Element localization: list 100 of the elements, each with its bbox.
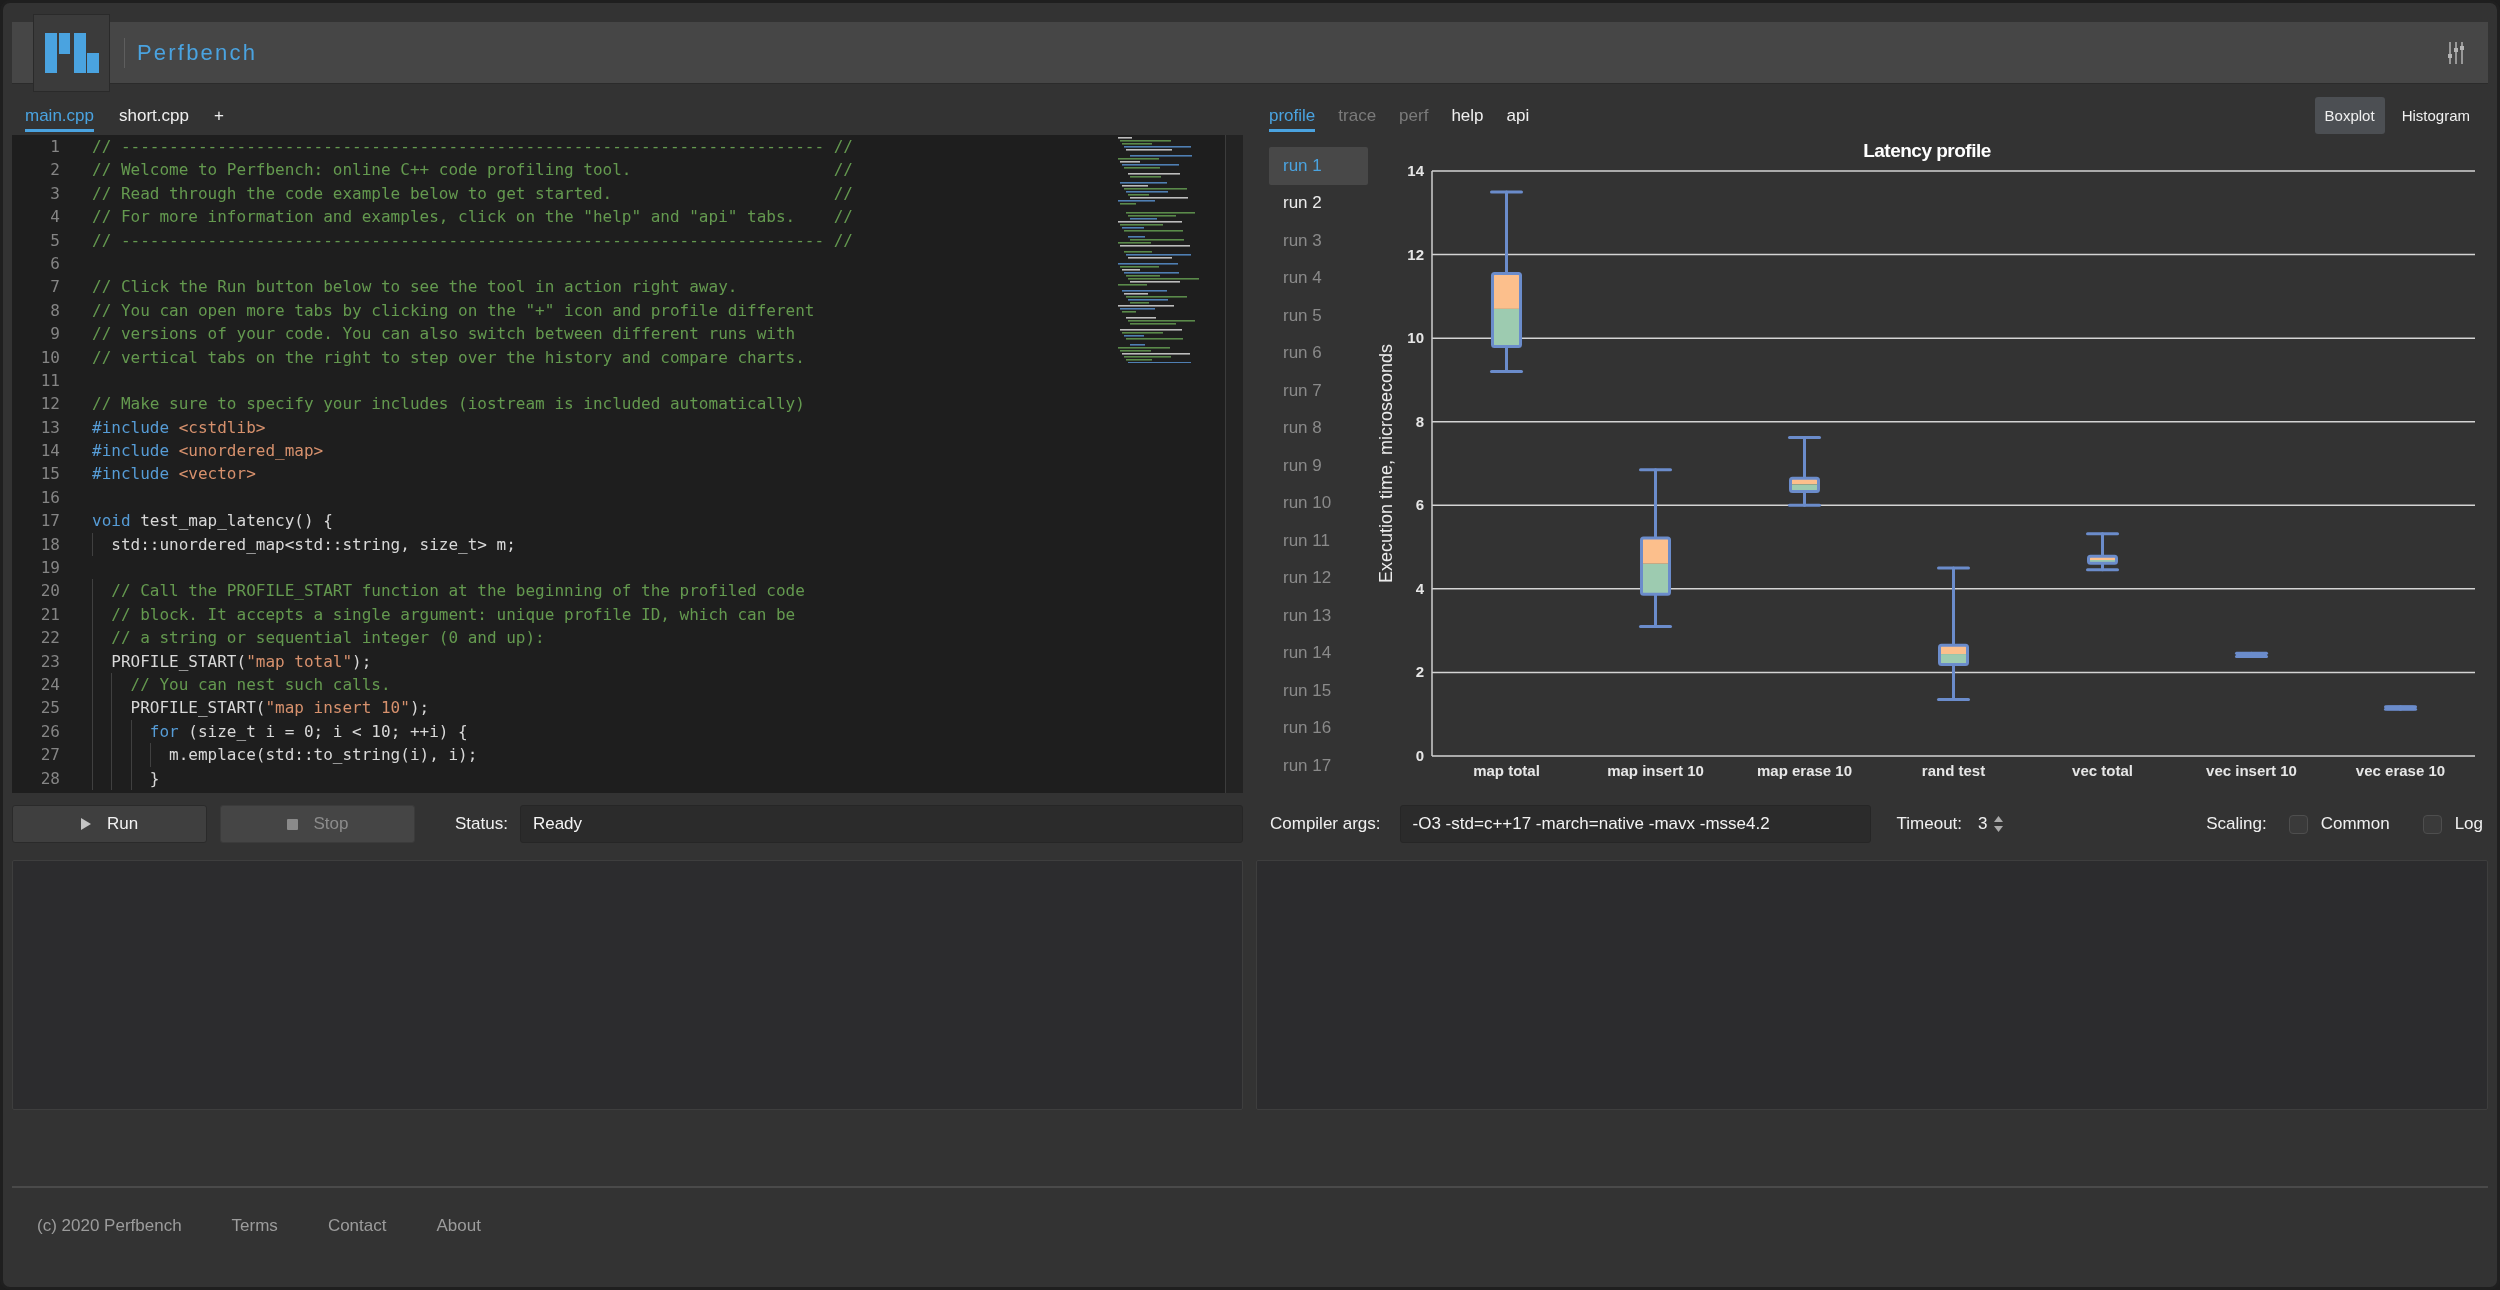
category-label: map total: [1473, 762, 1540, 779]
category-label: rand test: [1921, 762, 1986, 779]
box-whisker-mark: [2384, 705, 2417, 711]
tick-label: 12: [1407, 245, 1424, 263]
code-line: // ------------------------------------------------------------------------- //: [92, 136, 853, 158]
view-tab[interactable]: help: [1451, 102, 1484, 132]
box-whisker-mark: [1788, 436, 1821, 507]
line-number: 17: [39, 510, 61, 533]
line-number: 9: [49, 323, 61, 346]
code-line: // Make sure to specify your includes (iostream is included automatically): [92, 393, 805, 416]
code-line: // Call the PROFILE_START function at the beginning of the profiled code: [111, 580, 805, 603]
line-number: 28: [39, 767, 61, 790]
code-line: // vertical tabs on the right to step over the history and compare charts.: [92, 346, 805, 369]
footer-link[interactable]: Terms: [231, 1216, 278, 1236]
scaling-label: Scaling:: [2206, 814, 2267, 834]
checkbox-label: Common: [2320, 814, 2390, 834]
view-tab[interactable]: profile: [1269, 102, 1316, 132]
view-tab[interactable]: api: [1506, 102, 1530, 132]
settings-sliders-icon[interactable]: [2448, 41, 2464, 64]
code-line: #include <unordered_map>: [92, 440, 324, 463]
tick-label: 0: [1415, 747, 1424, 764]
line-number: 8: [49, 299, 61, 322]
line-number: 10: [39, 346, 61, 369]
line-number: 26: [39, 720, 61, 743]
tick-label: 10: [1407, 329, 1424, 347]
code-line: // a string or sequential integer (0 and up):: [111, 627, 545, 650]
tick-label: 4: [1415, 579, 1424, 597]
chart-mode-button[interactable]: Boxplot: [2314, 97, 2385, 134]
box-whisker-mark: [2235, 651, 2268, 659]
compiler-args-label: Compiler args:: [1270, 814, 1381, 834]
line-number: 16: [39, 486, 61, 509]
status-label: Status:: [455, 814, 508, 834]
line-number: 27: [39, 744, 61, 767]
category-label: vec total: [2072, 762, 2133, 779]
line-number: 11: [39, 369, 61, 392]
line-number: 18: [39, 533, 61, 556]
category-label: vec erase 10: [2355, 762, 2446, 779]
line-number: 5: [49, 229, 61, 252]
code-line: PROFILE_START("map total");: [111, 650, 372, 673]
logo-icon[interactable]: [33, 13, 110, 92]
file-tab[interactable]: main.cpp: [25, 102, 94, 132]
timeout-label: Timeout:: [1896, 814, 1963, 834]
line-number: 19: [39, 557, 61, 580]
line-number: 2: [49, 159, 61, 182]
run-tab[interactable]: run 1: [1269, 147, 1368, 185]
footer-link[interactable]: Contact: [327, 1216, 387, 1236]
line-number: 15: [39, 463, 61, 486]
code-line: }: [149, 767, 160, 790]
code-line: // You can nest such calls.: [130, 674, 391, 696]
chart-title: Latency profile: [1863, 140, 1991, 161]
line-number: 22: [39, 627, 61, 650]
tick-label: 14: [1407, 162, 1424, 179]
code-line: void test_map_latency() {: [92, 510, 333, 533]
code-line: m.emplace(std::to_string(i), i);: [169, 744, 478, 767]
code-line: PROFILE_START("map insert 10");: [130, 697, 430, 720]
checkbox[interactable]: [2422, 814, 2442, 834]
stop-icon: [286, 818, 298, 830]
compiler-args-field[interactable]: -O3 -std=c++17 -march=native -mavx -msse4.2: [1399, 805, 1871, 843]
tick-label: 8: [1415, 412, 1424, 430]
copyright-text: (c) 2020 Perfbench: [37, 1216, 182, 1236]
code-line: #include <cstdlib>: [92, 416, 266, 439]
play-icon: [80, 818, 91, 830]
line-number: 3: [49, 182, 61, 205]
stepper-arrows-icon[interactable]: [1994, 816, 2004, 832]
checkbox[interactable]: [2288, 814, 2308, 834]
line-number: 7: [49, 276, 61, 299]
add-tab-button[interactable]: +: [213, 102, 224, 132]
code-line: // You can open more tabs by clicking on the "+" icon and profile different: [92, 299, 815, 322]
tick-label: 2: [1415, 663, 1424, 681]
tick-label: 6: [1415, 496, 1424, 514]
line-number: 21: [39, 603, 61, 626]
line-number: 20: [39, 580, 61, 603]
box-whisker-mark: [2086, 532, 2119, 572]
line-number: 14: [39, 440, 61, 463]
timeout-field[interactable]: 3: [1978, 814, 1991, 834]
run-button[interactable]: Run: [12, 805, 207, 843]
code-line: // For more information and examples, click on the "help" and "api" tabs. //: [92, 206, 853, 229]
code-line: // Welcome to Perfbench: online C++ code profiling tool. //: [92, 159, 853, 182]
code-line: // Click the Run button below to see the tool in action right away.: [92, 276, 738, 299]
line-number: 25: [39, 697, 61, 720]
category-label: map insert 10: [1607, 762, 1704, 779]
axis-title: Execution time, microseconds: [1376, 343, 1396, 584]
code-line: // block. It accepts a single argument: unique profile ID, which can be: [111, 603, 796, 626]
code-line: #include <vector>: [92, 463, 256, 486]
status-field: Ready: [519, 805, 1243, 843]
line-number: 1: [49, 136, 61, 158]
editor-scrollbar[interactable]: [1225, 135, 1243, 793]
line-number: 24: [39, 674, 61, 696]
line-number: 13: [39, 416, 61, 439]
code-line: for (size_t i = 0; i < 10; ++i) {: [149, 720, 468, 743]
code-line: // versions of your code. You can also switch between different runs with: [92, 323, 796, 346]
chart-mode-button[interactable]: Histogram: [2391, 97, 2480, 134]
category-label: vec insert 10: [2206, 762, 2297, 779]
code-line: std::unordered_map<std::string, size_t> m;: [111, 533, 516, 556]
app-title: Perfbench: [137, 39, 258, 66]
code-line: // Read through the code example below to get started. //: [92, 182, 853, 205]
footer-link[interactable]: About: [436, 1216, 481, 1236]
run-tab[interactable]: run 2: [1269, 184, 1368, 222]
file-tab[interactable]: short.cpp: [119, 102, 189, 132]
line-number: 4: [49, 206, 61, 229]
